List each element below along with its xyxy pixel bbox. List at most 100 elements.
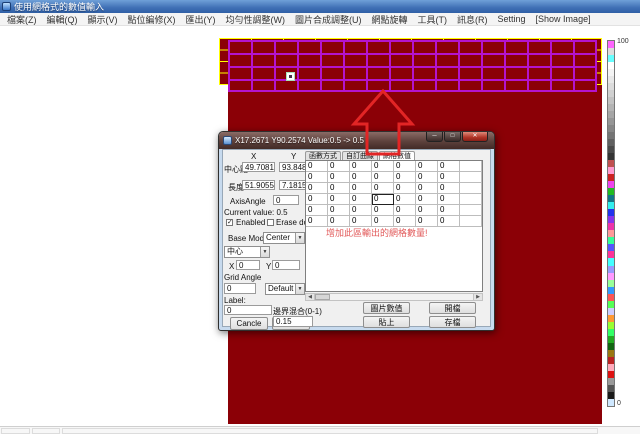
grid-cell[interactable]: 0 [328,205,350,216]
menu-item-6[interactable]: 均勻性調整(W) [221,13,291,26]
menu-item-1[interactable]: 檔案(Z) [2,13,42,26]
menu-item-3[interactable]: 顯示(V) [83,13,123,26]
open-file-button[interactable]: 開檔 [429,302,476,314]
enabled-checkbox[interactable]: ✓ [226,219,233,226]
colorbar-stripe [608,188,614,195]
label-input[interactable]: 0 [224,305,272,315]
grid-cell[interactable]: 0 [306,194,328,205]
grid-cell[interactable]: 0 [350,205,372,216]
grid-cell[interactable]: 0 [350,183,372,194]
grid-angle-input[interactable]: 0 [224,283,256,294]
menu-item-4[interactable]: 點位編修(X) [123,13,181,26]
cancel-button[interactable]: Cancle [230,317,268,330]
menu-item-10[interactable]: 訊息(R) [452,13,493,26]
grid-cell[interactable]: 0 [372,172,394,183]
grid-cell[interactable]: 0 [394,172,416,183]
dialog-icon [223,136,232,145]
grid-horizontal-scrollbar[interactable]: ◀ ▶ [305,293,483,301]
menu-item-9[interactable]: 工具(T) [413,13,453,26]
blend-input[interactable]: 0.15 [273,316,313,327]
menu-item-11[interactable]: Setting [493,14,531,24]
scroll-left-icon[interactable]: ◀ [306,294,315,300]
grid-cell[interactable]: 0 [438,161,460,172]
grid-cell[interactable]: 0 [394,205,416,216]
grid-cell[interactable] [460,216,482,227]
grid-cell[interactable] [460,194,482,205]
image-values-button[interactable]: 圖片數值 [363,302,410,314]
colorbar-stripe [608,76,614,83]
colorbar-stripe [608,41,614,48]
chevron-down-icon[interactable]: ▼ [295,233,304,243]
grid-cell[interactable]: 0 [416,161,438,172]
axis-angle-input[interactable]: 0 [273,195,299,205]
grid-cell[interactable] [460,172,482,183]
grid-cell[interactable]: 0 [328,183,350,194]
grid-cell[interactable]: 0 [350,161,372,172]
grid-cell[interactable]: 0 [306,205,328,216]
grid-cell[interactable]: 0 [416,172,438,183]
close-button[interactable]: ✕ [462,132,488,142]
grid-cell[interactable]: 0 [438,216,460,227]
menu-item-12[interactable]: [Show Image] [531,14,596,24]
grid-cell[interactable]: 0 [438,205,460,216]
menu-item-5[interactable]: 匯出(Y) [181,13,221,26]
paste-button[interactable]: 貼上 [363,316,410,328]
colorbar-stripe [608,216,614,223]
menu-item-7[interactable]: 圖片合成調整(U) [290,13,367,26]
grid-cell[interactable] [460,161,482,172]
colorbar-stripe [608,350,614,357]
grid-cell[interactable]: 0 [416,183,438,194]
anchor-dropdown[interactable]: 中心 ▼ [224,246,270,258]
erase-dots-checkbox[interactable] [267,219,274,226]
dialog-title-bar[interactable]: X17.2671 Y90.2574 Value:0.5 -> 0.5 ─ □ ✕ [219,132,494,149]
grid-cell[interactable]: 0 [306,183,328,194]
grid-cell[interactable]: 0 [438,194,460,205]
grid-cell[interactable]: 0 [350,172,372,183]
scroll-right-icon[interactable]: ▶ [473,294,482,300]
grid-cell[interactable]: 0 [438,172,460,183]
grid-cell[interactable]: 0 [306,216,328,227]
column-header-y: Y [291,152,296,161]
grid-cell[interactable]: 0 [416,205,438,216]
colorbar-stripe [608,371,614,378]
grid-cell[interactable]: 0 [306,161,328,172]
minimize-button[interactable]: ─ [426,132,443,142]
grid-cell[interactable]: 0 [372,194,394,205]
menu-item-8[interactable]: 網點旋轉 [367,13,413,26]
colorbar-stripe [608,146,614,153]
dialog-title: X17.2671 Y90.2574 Value:0.5 -> 0.5 [235,136,364,145]
scrollbar-thumb[interactable] [315,294,330,300]
selected-point-marker[interactable] [286,72,295,81]
base-mode-dropdown[interactable]: Center ▼ [263,232,305,244]
colorbar-stripe [608,322,614,329]
grid-cell[interactable] [460,183,482,194]
maximize-button[interactable]: □ [444,132,461,142]
grid-cell[interactable]: 0 [372,205,394,216]
grid-cell[interactable]: 0 [394,194,416,205]
grid-cell[interactable]: 0 [416,194,438,205]
center-x-input[interactable]: 49.7081 [242,162,275,172]
chevron-down-icon[interactable]: ▼ [260,247,269,257]
grid-cell[interactable] [460,205,482,216]
status-panel [62,428,598,434]
app-title: 使用網格式的數值輸入 [14,0,104,13]
menu-item-2[interactable]: 編輯(Q) [42,13,83,26]
chevron-down-icon[interactable]: ▼ [295,284,304,294]
grid-cell[interactable]: 0 [394,161,416,172]
colorbar-stripe [608,244,614,251]
grid-cell[interactable]: 0 [438,183,460,194]
save-file-button[interactable]: 存檔 [429,316,476,328]
grid-cell[interactable]: 0 [306,172,328,183]
grid-angle-mode-dropdown[interactable]: Default ▼ [265,283,305,295]
grid-cell[interactable]: 0 [394,183,416,194]
grid-cell[interactable]: 0 [328,172,350,183]
grid-cell[interactable]: 0 [328,161,350,172]
offset-y-input[interactable]: 0 [272,260,300,270]
grid-cell[interactable]: 0 [372,161,394,172]
offset-x-input[interactable]: 0 [236,260,260,270]
grid-cell[interactable]: 0 [372,183,394,194]
grid-cell[interactable]: 0 [328,194,350,205]
grid-cell[interactable]: 0 [350,194,372,205]
colorbar-stripe [608,251,614,258]
length-x-input[interactable]: 51.9055 [242,180,275,190]
